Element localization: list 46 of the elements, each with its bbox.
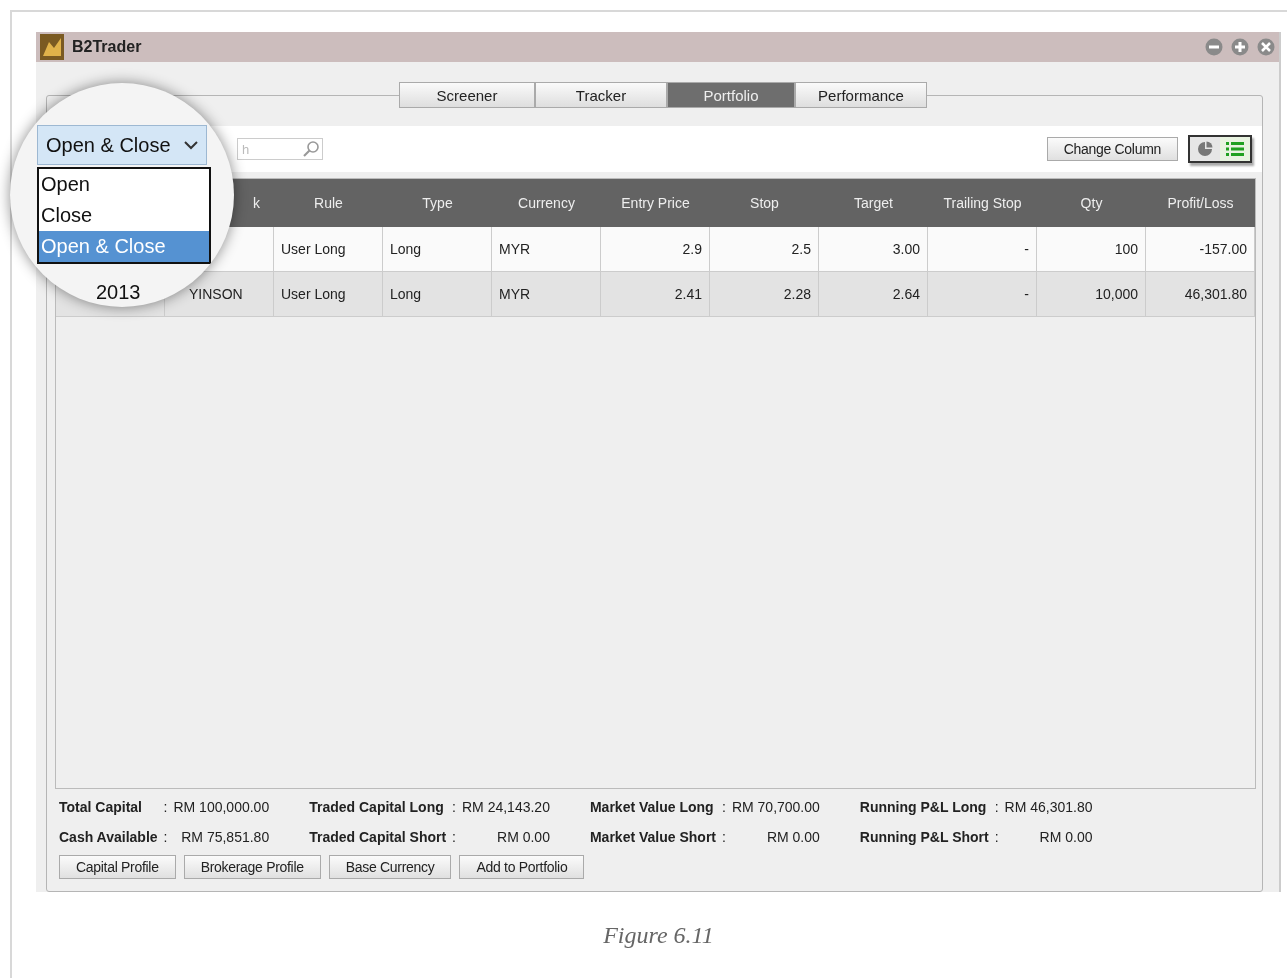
summary-label: Market Value Long bbox=[589, 799, 715, 815]
table-cell: YINSON bbox=[189, 286, 243, 302]
summary-value: RM 70,700.00 bbox=[731, 799, 820, 815]
table-cell: 10,000 bbox=[1095, 286, 1138, 302]
table-cell: 2.28 bbox=[783, 286, 811, 302]
table-cell: User Long bbox=[281, 241, 346, 257]
table-cell: User Long bbox=[281, 286, 346, 302]
table-cell: - bbox=[1024, 286, 1029, 302]
window-title: B2Trader bbox=[72, 38, 143, 56]
summary-separator: : bbox=[722, 799, 726, 815]
table-cell: 2.64 bbox=[892, 286, 920, 302]
summary-label: Market Value Short bbox=[589, 829, 716, 845]
summary-label: Running P&L Long bbox=[859, 799, 988, 815]
summary-value: RM 0.00 bbox=[765, 829, 820, 845]
summary-separator: : bbox=[452, 799, 456, 815]
table-cell: MYR bbox=[499, 286, 531, 302]
summary-separator: : bbox=[163, 799, 168, 815]
figure-caption: Figure 6.11 bbox=[602, 922, 715, 949]
table-cell: 3.00 bbox=[892, 241, 920, 257]
summary-separator: : bbox=[994, 829, 999, 845]
summary-label: Traded Capital Short bbox=[309, 829, 447, 845]
summary-value: RM 0.00 bbox=[496, 829, 550, 845]
summary-separator: : bbox=[722, 829, 726, 845]
summary-label: Running P&L Short bbox=[859, 829, 989, 845]
table-cell: 2.41 bbox=[674, 286, 702, 302]
date-text: 2013 bbox=[96, 281, 141, 304]
summary-label: Cash Available bbox=[59, 829, 158, 845]
table-cell: 100 bbox=[1114, 241, 1138, 257]
summary-value: RM 46,301.80 bbox=[1004, 799, 1093, 815]
table-cell: Long bbox=[390, 241, 422, 257]
summary-separator: : bbox=[163, 829, 168, 845]
table-cell: Long bbox=[390, 286, 422, 302]
table-cell: -157.00 bbox=[1199, 241, 1247, 257]
summary-value: RM 0.00 bbox=[1038, 829, 1093, 845]
table-cell: MYR bbox=[499, 241, 531, 257]
summary-separator: : bbox=[452, 829, 456, 845]
summary-separator: : bbox=[994, 799, 999, 815]
table-cell: 2.5 bbox=[791, 241, 811, 257]
table-cell: 46,301.80 bbox=[1184, 286, 1247, 302]
summary-value: RM 75,851.80 bbox=[180, 829, 270, 845]
summary-value: RM 100,000.00 bbox=[173, 799, 270, 815]
table-cell: 2.9 bbox=[682, 241, 702, 257]
summary-label: Traded Capital Long bbox=[309, 799, 445, 815]
summary-label: Total Capital bbox=[59, 799, 143, 815]
summary-value: RM 24,143.20 bbox=[462, 799, 550, 815]
table-cell: - bbox=[1024, 241, 1029, 257]
